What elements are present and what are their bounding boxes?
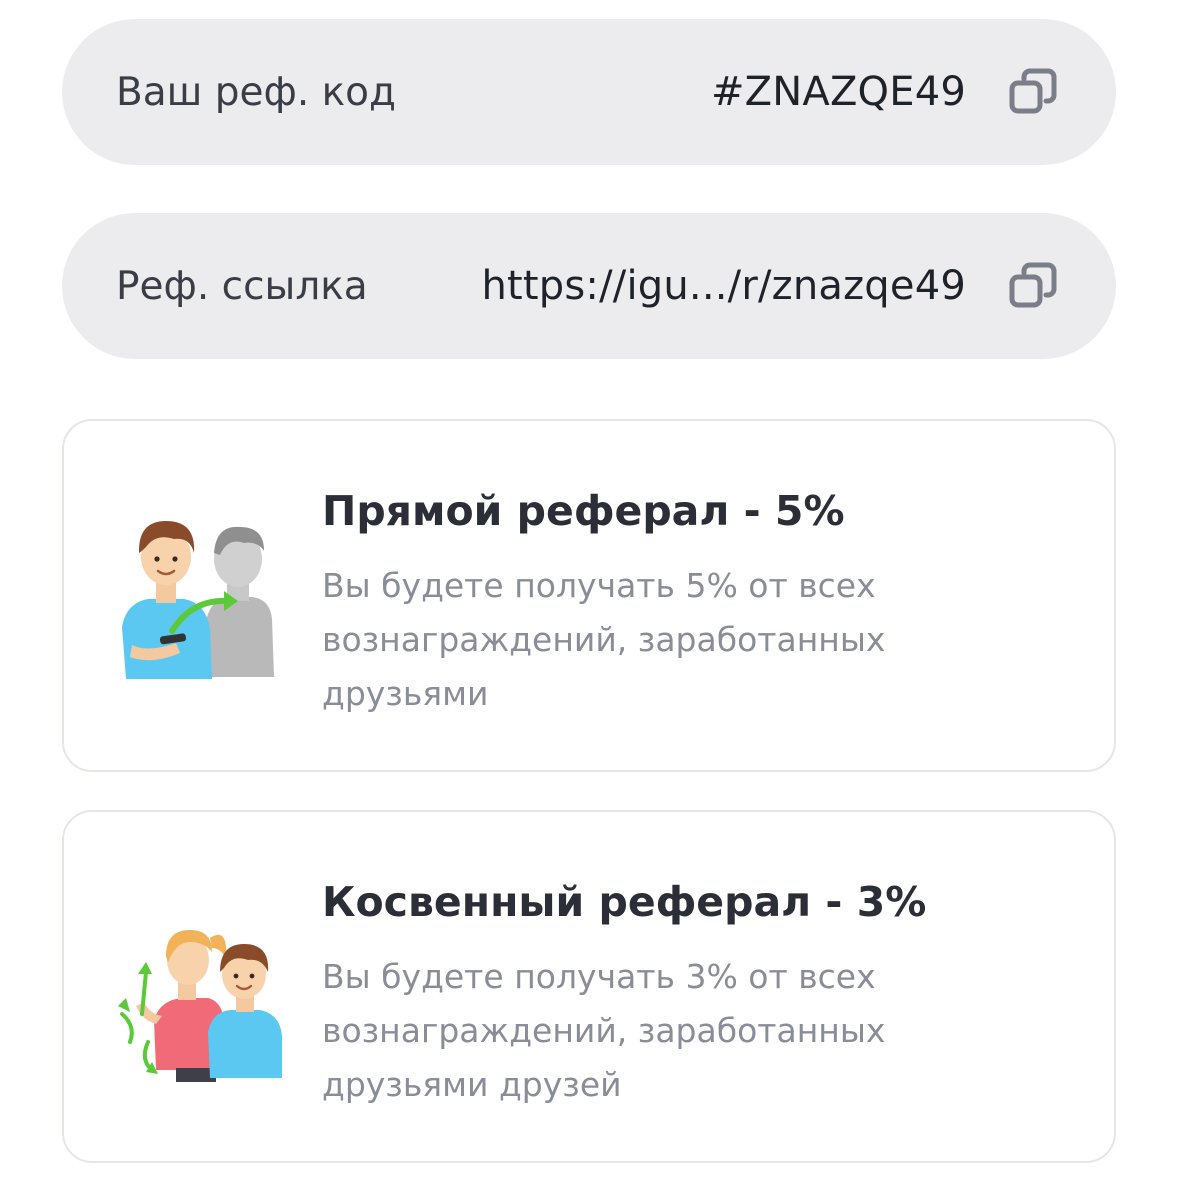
direct-referral-card: Прямой реферал - 5% Вы будете получать 5… [62,419,1116,772]
referral-code-value[interactable]: #ZNAZQE49 [711,69,966,115]
indirect-referral-title: Косвенный реферал - 3% [322,878,927,926]
direct-referral-title: Прямой реферал - 5% [322,487,845,535]
referral-code-label: Ваш реф. код [116,69,397,115]
indirect-referral-description: Вы будете получать 3% от всех вознагражд… [322,957,886,1104]
copy-icon [1009,68,1057,114]
direct-referral-description: Вы будете получать 5% от всех вознагражд… [322,566,886,713]
referral-link-label: Реф. ссылка [116,263,368,309]
copy-code-button[interactable] [1006,65,1060,119]
copy-link-button[interactable] [1006,259,1060,313]
direct-referral-illustration [122,521,274,679]
boy-figure [122,521,212,679]
indirect-referral-card: Косвенный реферал - 3% Вы будете получат… [62,810,1116,1163]
copy-icon [1009,262,1057,308]
indirect-referral-illustration [118,930,282,1082]
indirect-referral-text: Косвенный реферал - 3% Вы будете получат… [322,874,982,1112]
referral-code-row: Ваш реф. код #ZNAZQE49 [62,19,1116,165]
direct-referral-text: Прямой реферал - 5% Вы будете получать 5… [322,483,982,721]
referral-link-row: Реф. ссылка https://igu.../r/znazqe49 [62,213,1116,359]
referral-link-value[interactable]: https://igu.../r/znazqe49 [481,263,966,309]
